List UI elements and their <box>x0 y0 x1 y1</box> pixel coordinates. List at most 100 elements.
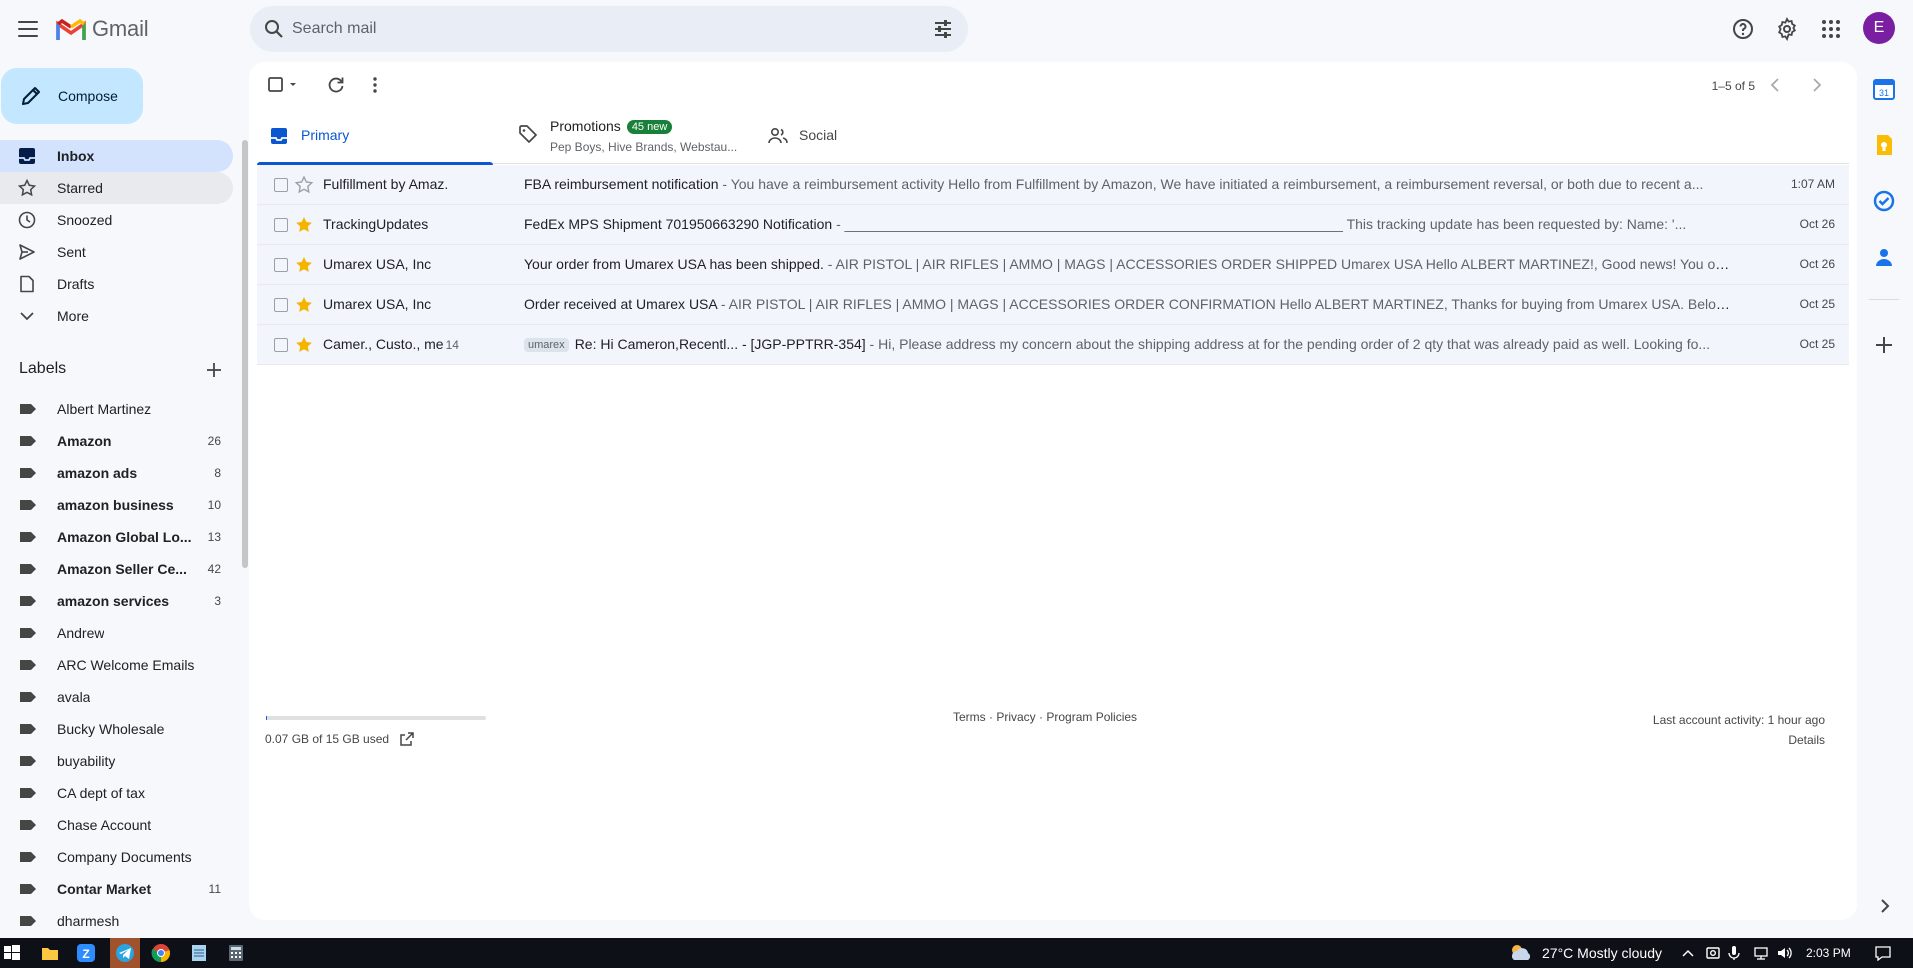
row-checkbox[interactable] <box>274 298 288 312</box>
program-policies-link[interactable]: Program Policies <box>1046 710 1137 724</box>
inbox-tab-icon <box>271 128 287 144</box>
label-item[interactable]: amazon ads 8 <box>0 457 233 489</box>
network-icon[interactable] <box>1752 945 1770 961</box>
tab-primary[interactable]: Primary <box>257 108 493 165</box>
chrome-icon[interactable] <box>151 943 171 963</box>
sidebar-item-snoozed[interactable]: Snoozed <box>0 204 233 236</box>
draft-file-icon <box>20 275 34 293</box>
sender-names: TrackingUpdates <box>323 216 429 232</box>
footer-separator: · <box>1035 710 1047 724</box>
add-addon-icon[interactable] <box>1872 333 1896 357</box>
settings-gear-icon[interactable] <box>1775 17 1799 41</box>
sidebar-item-more[interactable]: More <box>0 300 233 332</box>
gmail-logo[interactable]: Gmail <box>56 16 149 42</box>
volume-icon[interactable] <box>1776 945 1794 961</box>
label-unread-count: 10 <box>207 498 221 512</box>
email-row[interactable]: TrackingUpdates FedEx MPS Shipment 701950… <box>257 205 1849 245</box>
sidebar-item-sent[interactable]: Sent <box>0 236 233 268</box>
label-chip[interactable]: umarex <box>524 338 569 352</box>
file-explorer-icon[interactable] <box>40 943 60 963</box>
email-row[interactable]: Umarex USA, Inc Your order from Umarex US… <box>257 245 1849 285</box>
label-item[interactable]: Amazon Global Lo... 13 <box>0 521 233 553</box>
star-outline-icon <box>18 179 36 197</box>
label-item[interactable]: CA dept of tax <box>0 777 233 809</box>
sidebar-item-starred[interactable]: Starred <box>0 172 233 204</box>
more-vertical-icon[interactable] <box>365 75 385 95</box>
label-item[interactable]: Andrew <box>0 617 233 649</box>
telegram-icon[interactable] <box>115 943 135 963</box>
add-label-icon[interactable] <box>204 360 224 380</box>
row-checkbox[interactable] <box>274 258 288 272</box>
sidebar-item-label: Inbox <box>57 148 95 164</box>
weather-cloud-icon[interactable] <box>1508 943 1534 963</box>
search-icon[interactable] <box>262 17 286 41</box>
label-item[interactable]: Amazon Seller Ce... 42 <box>0 553 233 585</box>
email-date: Oct 26 <box>1799 257 1835 271</box>
starred-icon[interactable] <box>294 295 314 315</box>
label-item[interactable]: ARC Welcome Emails <box>0 649 233 681</box>
label-item[interactable]: Albert Martinez <box>0 393 233 425</box>
notepad-icon[interactable] <box>189 943 209 963</box>
apps-grid-icon[interactable] <box>1819 17 1843 41</box>
search-options-icon[interactable] <box>932 18 954 40</box>
calendar-icon[interactable]: 31 <box>1872 77 1896 101</box>
label-item[interactable]: Amazon 26 <box>0 425 233 457</box>
label-item[interactable]: avala <box>0 681 233 713</box>
label-item[interactable]: buyability <box>0 745 233 777</box>
select-all-checkbox[interactable] <box>267 75 303 98</box>
email-row[interactable]: Camer., Custo., me 14 umarex Re: Hi Cameron… <box>257 325 1849 365</box>
label-item[interactable]: amazon services 3 <box>0 585 233 617</box>
privacy-link[interactable]: Privacy <box>996 710 1035 724</box>
search-bar[interactable] <box>250 6 968 52</box>
sidebar-item-inbox[interactable]: Inbox <box>0 140 233 172</box>
starred-icon[interactable] <box>294 255 314 275</box>
expand-panel-chevron-icon[interactable] <box>1876 897 1894 915</box>
keep-notes-icon[interactable] <box>1872 133 1896 157</box>
email-row[interactable]: Umarex USA, Inc Order received at Umarex … <box>257 285 1849 325</box>
search-input[interactable] <box>292 14 892 44</box>
row-checkbox[interactable] <box>274 178 288 192</box>
tray-chevron-up-icon[interactable] <box>1681 946 1695 960</box>
main-menu-icon[interactable] <box>16 17 40 41</box>
tab-social[interactable]: Social <box>755 108 991 164</box>
label-item[interactable]: Bucky Wholesale <box>0 713 233 745</box>
refresh-icon[interactable] <box>326 75 346 95</box>
tag-icon <box>519 125 537 143</box>
compose-button[interactable]: Compose <box>1 68 143 124</box>
label-tag-icon <box>20 436 36 446</box>
row-checkbox[interactable] <box>274 218 288 232</box>
label-item[interactable]: dharmesh <box>0 905 233 937</box>
tab-promotions[interactable]: Promotions 45 new Pep Boys, Hive Brands, … <box>506 108 742 164</box>
contacts-icon[interactable] <box>1872 245 1896 269</box>
help-icon[interactable] <box>1731 17 1755 41</box>
row-checkbox[interactable] <box>274 338 288 352</box>
terms-link[interactable]: Terms <box>953 710 986 724</box>
newer-chevron-left-icon[interactable] <box>1766 75 1786 95</box>
email-row[interactable]: Fulfillment by Amaz. FBA reimbursement no… <box>257 165 1849 205</box>
weather-text[interactable]: 27°C Mostly cloudy <box>1542 945 1662 961</box>
camera-icon[interactable] <box>1705 945 1721 961</box>
starred-icon[interactable] <box>294 215 314 235</box>
microphone-icon[interactable] <box>1727 945 1741 961</box>
label-item[interactable]: amazon business 10 <box>0 489 233 521</box>
email-snippet: - AIR PISTOL | AIR RIFLES | AMMO | MAGS … <box>716 296 1732 312</box>
starred-icon[interactable] <box>294 335 314 355</box>
calculator-icon[interactable] <box>226 943 246 963</box>
label-item[interactable]: Contar Market 11 <box>0 873 233 905</box>
label-name: Contar Market <box>57 881 152 897</box>
windows-start-icon[interactable] <box>2 943 22 963</box>
zoom-app-icon[interactable]: Z <box>76 943 96 963</box>
star-outline-icon[interactable] <box>294 175 314 195</box>
label-item[interactable]: Company Documents <box>0 841 233 873</box>
sidebar-scrollbar[interactable] <box>242 140 248 568</box>
sidebar-item-drafts[interactable]: Drafts <box>0 268 233 300</box>
tasks-icon[interactable] <box>1872 189 1896 213</box>
clock-time[interactable]: 2:03 PM <box>1806 946 1851 960</box>
account-avatar[interactable]: E <box>1863 12 1895 44</box>
older-chevron-right-icon[interactable] <box>1806 75 1826 95</box>
pagination-count: 1–5 of 5 <box>1711 79 1755 93</box>
activity-details-link[interactable]: Details <box>1653 730 1825 750</box>
open-external-icon[interactable] <box>399 731 415 747</box>
notifications-icon[interactable] <box>1874 945 1892 961</box>
label-item[interactable]: Chase Account <box>0 809 233 841</box>
